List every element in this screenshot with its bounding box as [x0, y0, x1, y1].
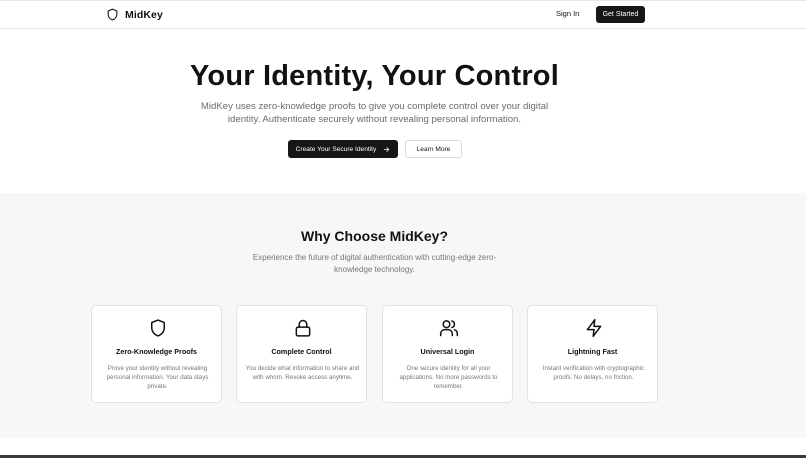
lock-icon — [293, 318, 313, 338]
create-identity-button[interactable]: Create Your Secure Identity — [288, 140, 398, 158]
feature-card-title: Complete Control — [271, 347, 332, 356]
feature-card-description: Prove your identity without revealing pe… — [106, 365, 209, 390]
feature-card-zero-knowledge: Zero-Knowledge Proofs Prove your identit… — [91, 305, 222, 403]
hero-subtitle: MidKey uses zero-knowledge proofs to giv… — [200, 101, 549, 125]
shield-icon — [106, 7, 119, 22]
users-icon — [439, 318, 459, 338]
sign-in-button[interactable]: Sign In — [556, 9, 579, 18]
features-title: Why Choose MidKey? — [300, 228, 448, 244]
features-subtitle: Experience the future of digital authent… — [252, 253, 497, 274]
landing-page: MidKey Sign In Get Started Your Identity… — [0, 0, 806, 458]
top-navigation-bar: MidKey Sign In Get Started — [0, 0, 806, 29]
feature-card-title: Zero-Knowledge Proofs — [115, 347, 198, 356]
feature-card-complete-control: Complete Control You decide what informa… — [236, 305, 367, 403]
feature-card-title: Universal Login — [420, 347, 475, 356]
feature-card-description: You decide what information to share and… — [245, 365, 360, 381]
learn-more-button[interactable]: Learn More — [405, 140, 462, 158]
feature-card-title: Lightning Fast — [567, 347, 618, 356]
hero-title: Your Identity, Your Control — [190, 60, 559, 92]
lightning-icon — [584, 318, 604, 338]
get-started-button[interactable]: Get Started — [596, 6, 645, 23]
feature-card-description: Instant verification with cryptographic … — [542, 365, 645, 381]
brand-logo[interactable]: MidKey — [106, 7, 163, 22]
feature-card-universal-login: Universal Login One secure identity for … — [382, 305, 513, 403]
arrow-right-icon — [383, 146, 390, 153]
shield-icon — [148, 318, 168, 338]
feature-card-description: One secure identity for all your applica… — [399, 365, 498, 390]
features-section: Why Choose MidKey? Experience the future… — [0, 193, 806, 438]
brand-name: MidKey — [125, 8, 163, 21]
create-identity-label: Create Your Secure Identity — [295, 145, 377, 153]
feature-card-lightning-fast: Lightning Fast Instant verification with… — [527, 305, 658, 403]
